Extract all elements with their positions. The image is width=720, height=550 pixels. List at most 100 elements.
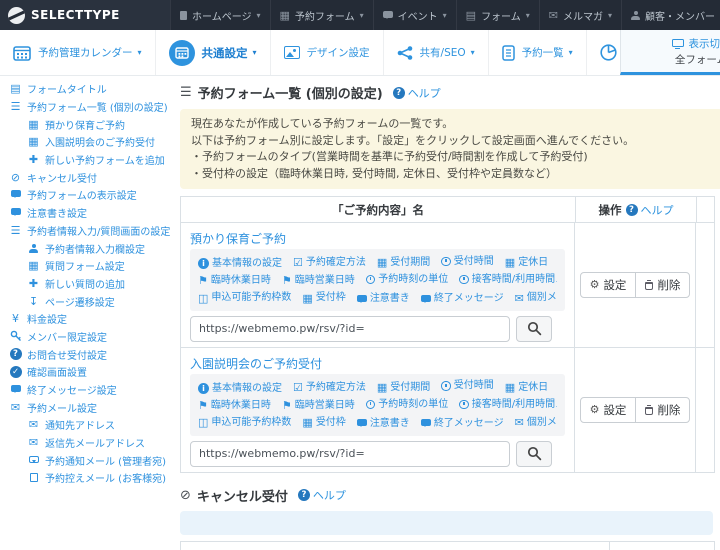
mail-outline-icon: ✉ (27, 419, 40, 430)
topnav-item-2[interactable]: イベント▾ (373, 0, 456, 30)
setting-link[interactable]: 注意書き (357, 416, 410, 432)
toolbar-item-0[interactable]: 予約管理カレンダー▾ (0, 30, 156, 75)
calendar-outline-icon (13, 45, 31, 61)
setting-link[interactable]: 受付時間 (441, 378, 494, 394)
setting-link[interactable]: ☑予約確定方法 (293, 255, 366, 271)
check-square-icon: ☑ (293, 257, 303, 268)
book-icon: ▤ (9, 83, 22, 94)
toolbar-item-2[interactable]: デザイン設定 (271, 30, 384, 75)
sidebar-item-19[interactable]: ✉通知先アドレス (0, 416, 170, 434)
topnav-item-5[interactable]: 顧客・メンバー▾ (621, 0, 720, 30)
form-url-input[interactable] (190, 316, 510, 342)
preview-search-button[interactable] (516, 316, 552, 342)
view-switch-tab[interactable]: 表示切替 全フォーム (620, 30, 720, 75)
topnav-item-0[interactable]: ホームページ▾ (170, 0, 270, 30)
setting-link[interactable]: 受付時間 (441, 254, 494, 270)
sidebar-item-5[interactable]: ⊘キャンセル受付 (0, 168, 170, 186)
setting-link[interactable]: 予約時刻の単位 (366, 397, 449, 413)
sidebar-item-14[interactable]: メンバー限定設定 (0, 328, 170, 346)
sidebar-item-13[interactable]: ¥料金設定 (0, 310, 170, 328)
setting-link[interactable]: ⚑臨時営業日時 (282, 398, 355, 414)
person-icon (631, 11, 640, 20)
sidebar-item-11[interactable]: ✚新しい質問の追加 (0, 275, 170, 293)
sidebar-item-6[interactable]: 予約フォームの表示設定 (0, 186, 170, 204)
preview-search-button[interactable] (516, 441, 552, 467)
calendar-icon: ▦ (280, 10, 290, 21)
view-switch-value: 全フォーム (675, 52, 720, 67)
topnav-item-1[interactable]: ▦予約フォーム▾ (270, 0, 373, 30)
extra-cell (696, 223, 714, 347)
plus-icon: ✚ (27, 154, 40, 165)
help-link[interactable]: ?ヘルプ (298, 487, 346, 503)
topnav-item-4[interactable]: ✉メルマガ▾ (539, 0, 621, 30)
help-link[interactable]: ?ヘルプ (626, 202, 674, 218)
magnifier-icon (527, 321, 542, 336)
topnav-item-3[interactable]: ▤フォーム▾ (456, 0, 539, 30)
setting-link[interactable]: ⚑臨時休業日時 (198, 273, 271, 289)
chevron-down-icon: ▾ (443, 11, 447, 20)
setting-link[interactable]: i基本情報の設定 (198, 381, 282, 397)
form-cell: 預かり保育ご予約 i基本情報の設定 ☑予約確定方法 ▦受付期間受付時間 ▦定休日 ⚑臨時… (181, 223, 575, 347)
sidebar-item-21[interactable]: 予約通知メール (管理者宛) (0, 451, 170, 469)
toolbar-item-4[interactable]: 予約一覧▾ (489, 30, 587, 75)
sidebar-item-3[interactable]: ▦入園説明会のご予約受付 (0, 133, 170, 151)
setting-link[interactable]: 接客時間/利用時間メニュー (459, 272, 557, 288)
setting-link[interactable]: 終了メッセージ (421, 416, 504, 432)
setting-link[interactable]: ☑予約確定方法 (293, 380, 366, 396)
cancel-section-heading: ⊘ キャンセル受付 ?ヘルプ (180, 486, 720, 505)
form-cell: 入園説明会のご予約受付 i基本情報の設定 ☑予約確定方法 ▦受付期間受付時間 ▦定休日… (181, 348, 575, 472)
setting-link[interactable]: 注意書き (357, 291, 410, 307)
form-name-link[interactable]: 預かり保育ご予約 (190, 232, 286, 247)
setting-link[interactable]: ⚑臨時休業日時 (198, 398, 271, 414)
reservation-forms-table: 「ご予約内容」名 操作 ?ヘルプ 預かり保育ご予約 i基本情報の設定 ☑予約確定方… (180, 196, 715, 473)
form-url-input[interactable] (190, 441, 510, 467)
setting-link[interactable]: 接客時間/利用時間メニュー (459, 397, 557, 413)
setting-link[interactable]: ▦受付枠 (302, 290, 345, 306)
delete-button[interactable]: 削除 (635, 272, 690, 298)
sidebar-item-9[interactable]: 予約者情報入力欄設定 (0, 239, 170, 257)
setting-link[interactable]: ▦受付期間 (377, 380, 430, 396)
sidebar-item-7[interactable]: 注意書き設定 (0, 204, 170, 222)
settings-button[interactable]: ⚙設定 (580, 397, 637, 423)
sidebar-item-22[interactable]: 予約控えメール (お客様宛) (0, 469, 170, 487)
settings-button[interactable]: ⚙設定 (580, 272, 637, 298)
table-header: 「ご予約内容」名 操作 ?ヘルプ (181, 197, 714, 223)
setting-link[interactable]: ▦受付期間 (377, 255, 430, 271)
sidebar-item-20[interactable]: ✉返信先メールアドレス (0, 434, 170, 452)
setting-link[interactable]: 予約時刻の単位 (366, 272, 449, 288)
setting-link[interactable]: 終了メッセージ (421, 291, 504, 307)
sidebar-item-8[interactable]: ☰予約者情報入力/質問画面の設定 (0, 222, 170, 240)
setting-link[interactable]: ✉個別メール設定 (515, 415, 557, 431)
form-name-link[interactable]: 入園説明会のご予約受付 (190, 357, 322, 372)
setting-link[interactable]: i基本情報の設定 (198, 256, 282, 272)
info-line: 現在あなたが作成している予約フォームの一覧です。 (191, 116, 712, 133)
sidebar-item-0[interactable]: ▤フォームタイトル (0, 80, 170, 98)
gear-icon: ⚙ (590, 279, 600, 290)
help-link[interactable]: ?ヘルプ (393, 85, 441, 101)
sidebar-item-2[interactable]: ▦預かり保育ご予約 (0, 115, 170, 133)
anchor-icon: ↧ (27, 296, 40, 307)
app-logo[interactable]: SELECTTYPE (0, 0, 170, 30)
calendar-icon: ▦ (27, 136, 40, 147)
sidebar-item-12[interactable]: ↧ページ遷移設定 (0, 292, 170, 310)
setting-link[interactable]: ▦定休日 (505, 255, 548, 271)
sidebar-item-18[interactable]: ✉予約メール設定 (0, 398, 170, 416)
toolbar-item-3[interactable]: 共有/SEO▾ (384, 30, 489, 75)
sidebar-item-10[interactable]: ▦質問フォーム設定 (0, 257, 170, 275)
setting-link[interactable]: ▦受付枠 (302, 415, 345, 431)
setting-link[interactable]: ◫申込可能予約枠数 (198, 415, 291, 431)
setting-link[interactable]: ⚑臨時営業日時 (282, 273, 355, 289)
clock-icon (459, 275, 469, 285)
sidebar-item-16[interactable]: ✓確認画面設置 (0, 363, 170, 381)
sidebar-item-1[interactable]: ☰予約フォーム一覧 (個別の設定) (0, 98, 170, 116)
chevron-down-icon: ▾ (138, 48, 142, 57)
form-settings-links: i基本情報の設定 ☑予約確定方法 ▦受付期間受付時間 ▦定休日 ⚑臨時休業日時 ⚑臨時営業… (190, 374, 565, 436)
setting-link[interactable]: ◫申込可能予約枠数 (198, 290, 291, 306)
toolbar-item-1[interactable]: 共通設定▾ (156, 30, 271, 75)
sidebar-item-15[interactable]: ?お問合せ受付設定 (0, 345, 170, 363)
sidebar-item-17[interactable]: 終了メッセージ設定 (0, 381, 170, 399)
sidebar-item-4[interactable]: ✚新しい予約フォームを追加 (0, 151, 170, 169)
setting-link[interactable]: ✉個別メール設定 (515, 290, 557, 306)
delete-button[interactable]: 削除 (635, 397, 690, 423)
setting-link[interactable]: ▦定休日 (505, 380, 548, 396)
